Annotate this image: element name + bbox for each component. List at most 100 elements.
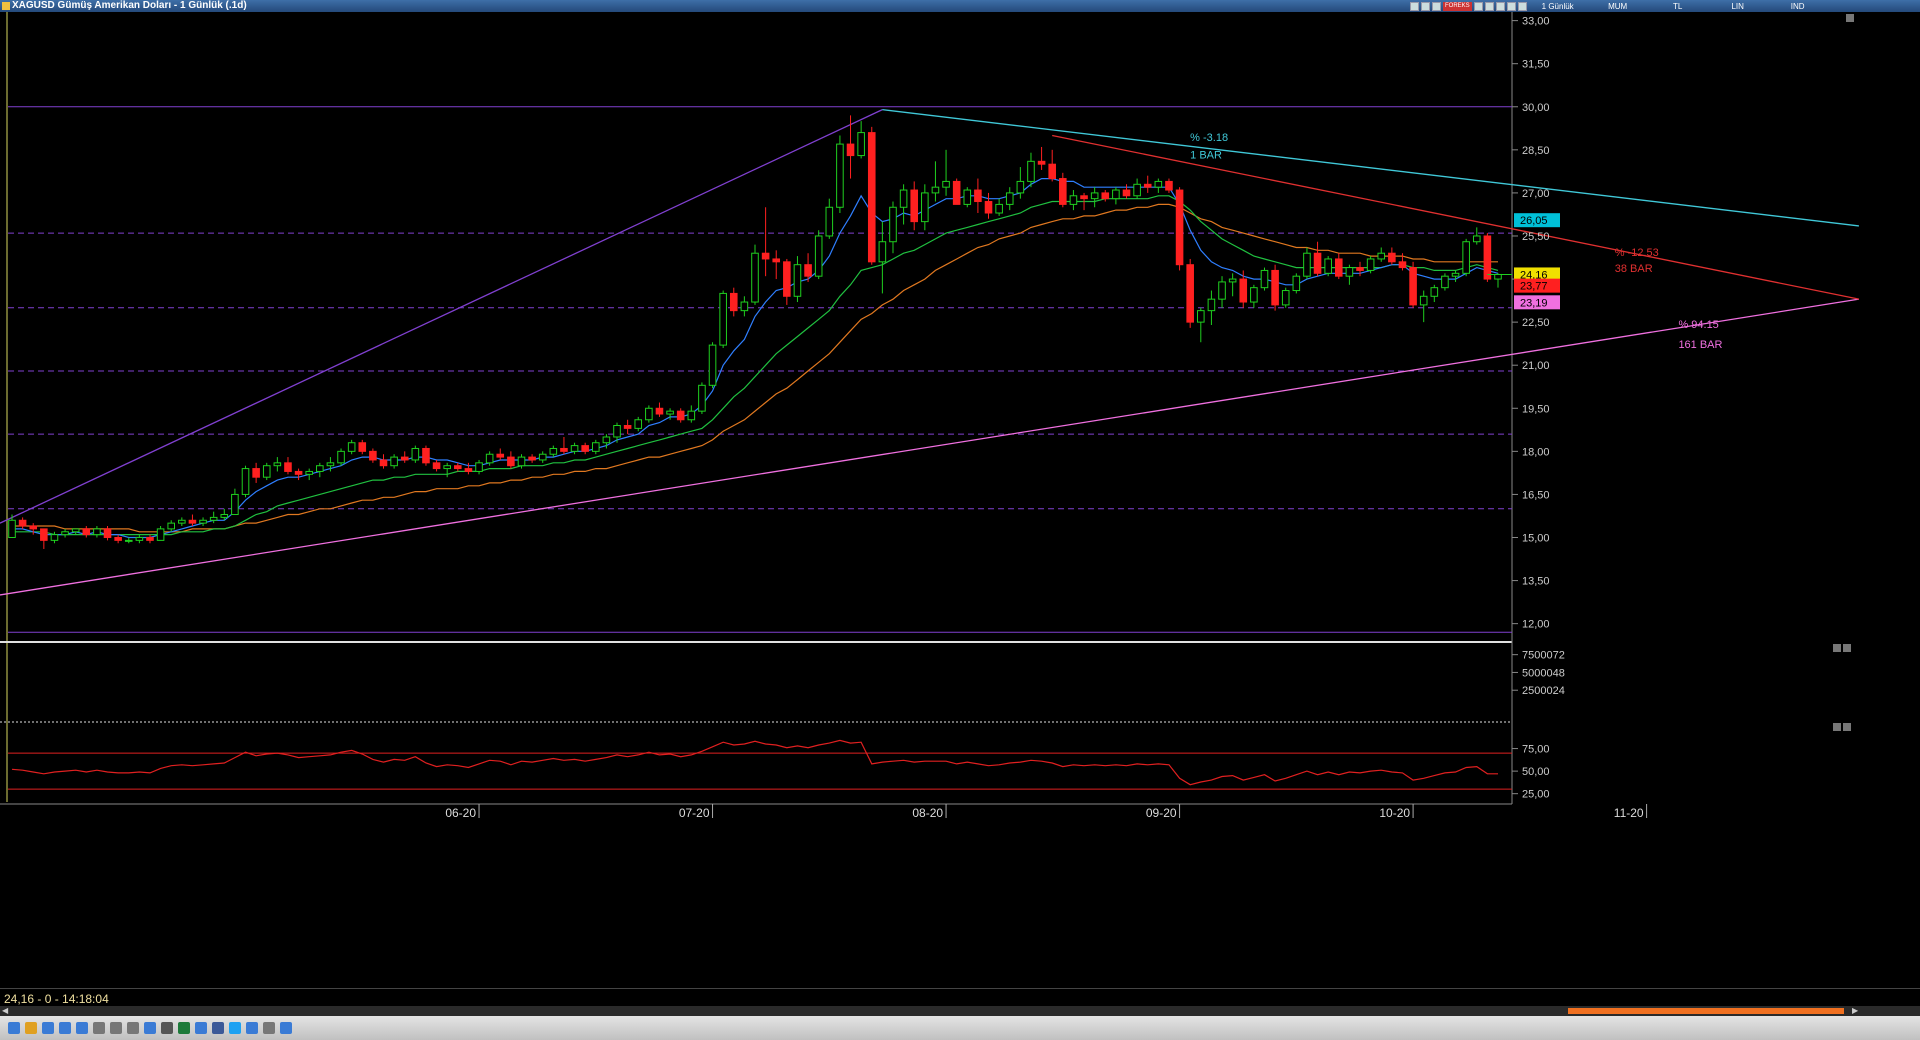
candle-body: [857, 132, 865, 157]
candle: [645, 405, 653, 423]
excel-icon[interactable]: [178, 1022, 190, 1034]
candle-body: [135, 536, 144, 541]
ruler-icon[interactable]: [127, 1022, 139, 1034]
candle: [1409, 261, 1417, 308]
settings-icon[interactable]: [263, 1022, 275, 1034]
candle-body: [1101, 192, 1110, 200]
volume-tick-label: 7500072: [1522, 650, 1565, 662]
zoom-icon[interactable]: [1506, 1, 1516, 11]
annotation-label: % 94.15: [1678, 319, 1718, 331]
window-title: XAGUSD Gümüş Amerikan Doları - 1 Günlük …: [12, 0, 247, 11]
candle: [963, 187, 972, 208]
candle-body: [1324, 258, 1332, 274]
rsi-tick-label: 50,00: [1522, 766, 1550, 778]
crosshair-icon[interactable]: [110, 1022, 122, 1034]
candle: [1281, 287, 1290, 308]
panel-close-icon[interactable]: [1843, 644, 1851, 652]
scroll-right-icon[interactable]: ▶: [1852, 1006, 1858, 1016]
template-icon[interactable]: [1473, 1, 1483, 11]
candle-body: [719, 292, 727, 346]
candle-body: [1048, 163, 1056, 180]
candle-body: [18, 519, 27, 527]
time-scrollbar[interactable]: ◀ ▶: [0, 1006, 1920, 1016]
share-icon[interactable]: [246, 1022, 258, 1034]
print-icon[interactable]: [161, 1022, 173, 1034]
price-tick-label: 19,50: [1522, 403, 1550, 415]
zoom-in-icon[interactable]: [42, 1022, 54, 1034]
candle-body: [241, 468, 250, 495]
price-tick-label: 15,00: [1522, 532, 1550, 544]
candle-body: [591, 442, 600, 452]
chart-toolbar: FOREKS 1 Günlük MUM TL LIN IND: [1410, 0, 1827, 12]
pencil-icon[interactable]: [1495, 1, 1505, 11]
candle-body: [390, 456, 398, 467]
new-chart-icon[interactable]: [8, 1022, 20, 1034]
candle-body: [1175, 189, 1184, 266]
twitter-icon-2[interactable]: [280, 1022, 292, 1034]
candle-body: [400, 456, 409, 461]
time-tick-label: 09-20: [1146, 806, 1177, 820]
candle-body: [1005, 192, 1014, 205]
candle-body: [1366, 258, 1375, 271]
candle: [719, 290, 727, 348]
calendar-icon[interactable]: [144, 1022, 156, 1034]
zoom-out-icon[interactable]: [59, 1022, 71, 1034]
candle-body: [825, 206, 834, 237]
draw-icon[interactable]: [1421, 1, 1430, 11]
candle-body: [1122, 189, 1131, 197]
price-tag-label: 23,19: [1520, 297, 1548, 309]
candle: [867, 126, 876, 265]
refresh-icon[interactable]: [1484, 1, 1494, 11]
panel-minimize-icon[interactable]: [1833, 723, 1841, 731]
candle-body: [507, 456, 515, 467]
candle-body: [1133, 183, 1141, 197]
candle: [1324, 256, 1332, 277]
candle-body: [337, 450, 345, 464]
candle: [337, 448, 345, 466]
candle-body: [984, 201, 993, 214]
chart-panel-icon[interactable]: [1846, 14, 1854, 22]
candle-body: [634, 419, 643, 429]
panel-close-icon[interactable]: [1843, 723, 1851, 731]
candle-body: [1377, 252, 1386, 260]
candle-body: [666, 410, 674, 415]
candle-body: [1313, 252, 1322, 274]
magnifier-icon[interactable]: [76, 1022, 88, 1034]
scroll-left-icon[interactable]: ◀: [2, 1006, 8, 1016]
indicator-selector[interactable]: IND: [1769, 2, 1827, 11]
chart-type-selector[interactable]: MUM: [1589, 2, 1647, 11]
candle-body: [262, 465, 271, 478]
template-icon[interactable]: [25, 1022, 37, 1034]
candle-body: [1059, 178, 1067, 205]
settings-icon[interactable]: [1410, 1, 1419, 11]
candle: [1462, 238, 1470, 277]
candle-body: [496, 453, 505, 458]
scale-selector[interactable]: LIN: [1709, 2, 1767, 11]
twitter-icon[interactable]: [229, 1022, 241, 1034]
chart-background: [0, 12, 1920, 988]
price-tick-label: 22,50: [1522, 317, 1550, 329]
forex-button[interactable]: FOREKS: [1443, 1, 1472, 11]
grid-icon[interactable]: [1517, 1, 1527, 11]
candle-body: [1430, 287, 1439, 297]
candle-body: [623, 425, 632, 429]
scroll-thumb[interactable]: [1568, 1008, 1844, 1014]
candle-body: [347, 442, 356, 452]
print-icon[interactable]: [1432, 1, 1441, 11]
panel-minimize-icon[interactable]: [1833, 644, 1841, 652]
candle-body: [846, 143, 855, 157]
candle-body: [645, 407, 653, 421]
candle-body: [804, 264, 812, 277]
candle-body: [1345, 267, 1354, 277]
save-icon[interactable]: [195, 1022, 207, 1034]
candle-body: [369, 450, 377, 461]
fit-icon[interactable]: [93, 1022, 105, 1034]
period-selector[interactable]: 1 Günlük: [1529, 2, 1587, 11]
candle-body: [103, 528, 112, 538]
time-tick-label: 06-20: [445, 806, 476, 820]
currency-selector[interactable]: TL: [1649, 2, 1707, 11]
price-chart[interactable]: % -3.18 1 BAR % -12.53 38 BAR % 94.15 161 BAR…: [0, 12, 1920, 988]
candle-body: [1080, 195, 1088, 200]
facebook-icon[interactable]: [212, 1022, 224, 1034]
candle-body: [1239, 278, 1248, 303]
